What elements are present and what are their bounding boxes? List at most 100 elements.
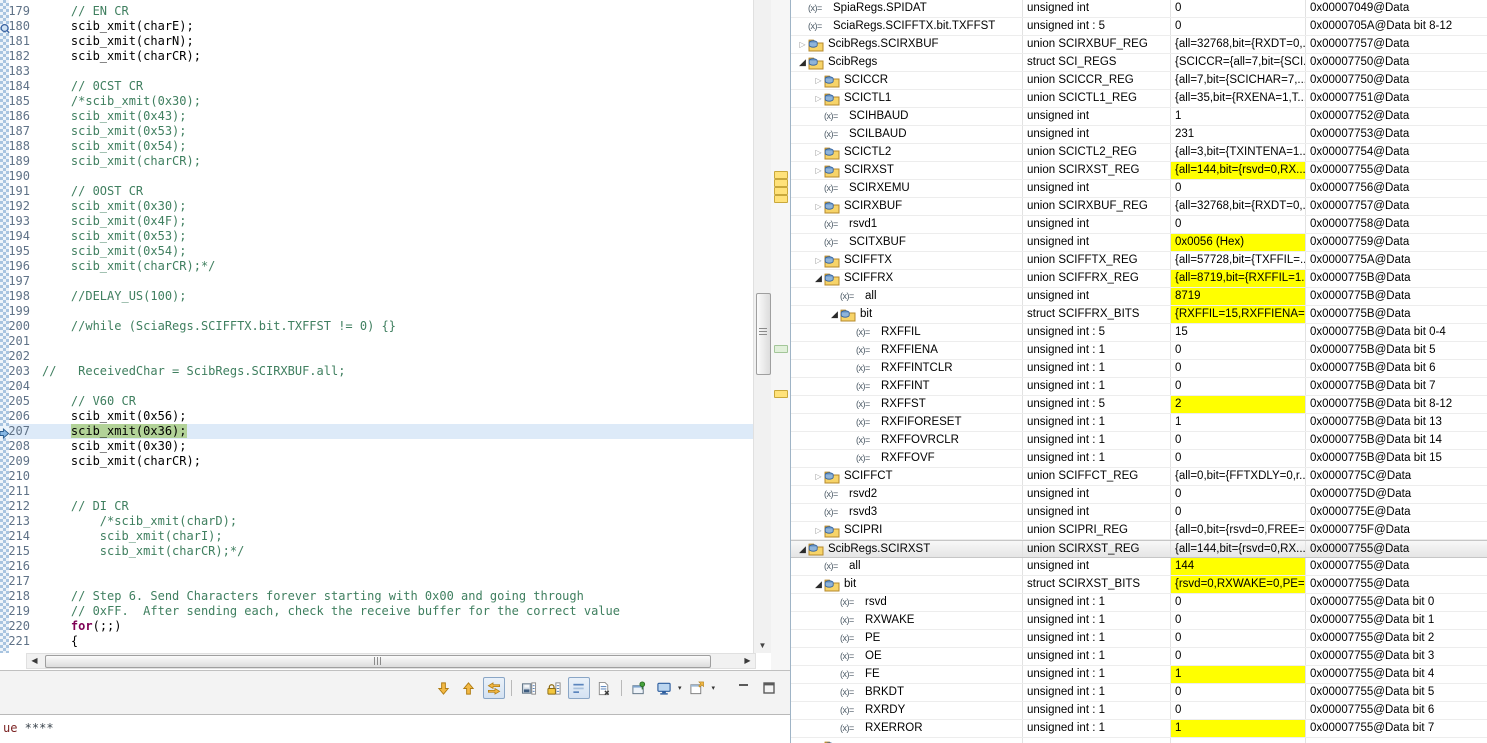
watch-row-RXFFOVRCLR[interactable]: (x)= RXFFOVRCLR unsigned int : 1 0 0x0000775…: [791, 432, 1487, 450]
watch-row-SpiaRegs.SPIDAT[interactable]: (x)= SpiaRegs.SPIDAT unsigned int 0 0x000070…: [791, 0, 1487, 18]
cell-value[interactable]: 0: [1171, 0, 1306, 17]
overview-ruler[interactable]: [771, 0, 790, 670]
code-line-185[interactable]: 185 /*scib_xmit(0x30);: [0, 94, 753, 109]
code-line-205[interactable]: 205 // V60 CR: [0, 394, 753, 409]
tree-expand-arrow-collapsed[interactable]: ▷: [813, 252, 824, 269]
tree-expand-arrow-expanded[interactable]: ◢: [813, 738, 824, 743]
open-console-icon-dropdown[interactable]: ▾: [711, 684, 715, 692]
tree-expand-arrow-collapsed[interactable]: ▷: [813, 90, 824, 107]
watch-row-SCIFFTX[interactable]: ▷ SCIFFTX union SCIFFTX_REG {all=57728,bit=…: [791, 252, 1487, 270]
code-line-221[interactable]: 221 {: [0, 634, 753, 649]
watch-row-SCICTL2[interactable]: ▷ SCICTL2 union SCICTL2_REG {all=3,bit={TXI…: [791, 144, 1487, 162]
watch-row-SCIFFCT[interactable]: ▷ SCIFFCT union SCIFFCT_REG {all=0,bit={FFT…: [791, 468, 1487, 486]
cell-value[interactable]: {rsvd=0,RXWAKE=0,PE=...: [1171, 576, 1306, 593]
cell-value[interactable]: {all=8719,bit={RXFFIL=1...: [1171, 270, 1306, 287]
code-line-206[interactable]: 206 scib_xmit(0x56);: [0, 409, 753, 424]
pc-arrow-icon[interactable]: [0, 426, 10, 439]
code-line-198[interactable]: 198 //DELAY_US(100);: [0, 289, 753, 304]
up-arrow-icon[interactable]: [458, 677, 480, 699]
code-line-217[interactable]: 217: [0, 574, 753, 589]
cell-value[interactable]: 0x0056 (Hex): [1171, 234, 1306, 251]
code-line-187[interactable]: 187 scib_xmit(0x53);: [0, 124, 753, 139]
tree-expand-arrow-expanded[interactable]: ◢: [797, 541, 808, 557]
pin-console-icon[interactable]: [628, 677, 650, 699]
code-line-210[interactable]: 210: [0, 469, 753, 484]
code-line-181[interactable]: 181 scib_xmit(charN);: [0, 34, 753, 49]
console-output-area[interactable]: ue ****: [0, 715, 790, 743]
watch-row-SCIHBAUD[interactable]: (x)= SCIHBAUD unsigned int 1 0x00007752@Data: [791, 108, 1487, 126]
watch-row-rsvd2[interactable]: (x)= rsvd2 unsigned int 0 0x0000775D@Data: [791, 486, 1487, 504]
watch-row-SciaRegs.SCIFFTX.bit.TXFFST[interactable]: (x)= SciaRegs.SCIFFTX.bit.TXFFST unsigned …: [791, 18, 1487, 36]
code-line-188[interactable]: 188 scib_xmit(0x54);: [0, 139, 753, 154]
scroll-lock-icon[interactable]: [543, 677, 565, 699]
open-console-icon[interactable]: [686, 677, 708, 699]
cell-value[interactable]: 0: [1171, 684, 1306, 701]
cell-value[interactable]: 15: [1171, 324, 1306, 341]
tree-expand-arrow-collapsed[interactable]: ▷: [813, 144, 824, 161]
code-line-182[interactable]: 182 scib_xmit(charCR);: [0, 49, 753, 64]
tree-expand-arrow-expanded[interactable]: ◢: [813, 576, 824, 593]
watch-row-OE[interactable]: (x)= OE unsigned int : 1 0 0x00007755@Data b…: [791, 648, 1487, 666]
cell-value[interactable]: {all=32768,bit={RXDT=0,...: [1171, 198, 1306, 215]
cell-value[interactable]: {all=35,bit={RXENA=1,T...: [1171, 90, 1306, 107]
code-line-219[interactable]: 219 // 0xFF. After sending each, check t…: [0, 604, 753, 619]
watch-row-rsvd1[interactable]: (x)= rsvd1 unsigned int 0 0x00007758@Data: [791, 216, 1487, 234]
code-line-186[interactable]: 186 scib_xmit(0x43);: [0, 109, 753, 124]
vertical-scrollbar-thumb[interactable]: [756, 293, 771, 375]
tree-expand-arrow-collapsed[interactable]: ▷: [813, 72, 824, 89]
watch-row-SCICCR[interactable]: ▷ SCICCR union SCICCR_REG {all=7,bit={SCICH…: [791, 72, 1487, 90]
overview-marker-yellow[interactable]: [774, 171, 788, 179]
watch-row-SCIRXEMU[interactable]: (x)= SCIRXEMU unsigned int 0 0x00007756@Data: [791, 180, 1487, 198]
cell-value[interactable]: {all=57728,bit={TXFFIL=...: [1171, 252, 1306, 269]
watch-row-partial[interactable]: ◢: [791, 738, 1487, 743]
horizontal-scrollbar-thumb[interactable]: [45, 655, 711, 668]
vertical-scrollbar[interactable]: ▼: [753, 0, 772, 653]
cell-value[interactable]: 8719: [1171, 288, 1306, 305]
scroll-right-arrow-icon[interactable]: ▶: [740, 654, 755, 668]
watch-row-RXFFIL[interactable]: (x)= RXFFIL unsigned int : 5 15 0x0000775B@D…: [791, 324, 1487, 342]
code-line-180[interactable]: 180 scib_xmit(charE);: [0, 19, 753, 34]
watch-row-all[interactable]: (x)= all unsigned int 8719 0x0000775B@Data: [791, 288, 1487, 306]
tree-expand-arrow-collapsed[interactable]: ▷: [813, 468, 824, 485]
tree-expand-arrow-collapsed[interactable]: ▷: [813, 522, 824, 539]
horizontal-scrollbar[interactable]: ◀ ▶: [26, 653, 756, 669]
watch-row-SCITXBUF[interactable]: (x)= SCITXBUF unsigned int 0x0056 (Hex) 0x00…: [791, 234, 1487, 252]
watch-row-FE[interactable]: (x)= FE unsigned int : 1 1 0x00007755@Data b…: [791, 666, 1487, 684]
watch-row-RXWAKE[interactable]: (x)= RXWAKE unsigned int : 1 0 0x00007755@Da…: [791, 612, 1487, 630]
bookmark-icon[interactable]: [0, 21, 10, 39]
cell-value[interactable]: 0: [1171, 216, 1306, 233]
maximize-icon[interactable]: [758, 677, 780, 699]
cell-value[interactable]: {RXFFIL=15,RXFFIENA=0,...: [1171, 306, 1306, 323]
tree-expand-arrow-collapsed[interactable]: ▷: [813, 198, 824, 215]
cell-value[interactable]: 0: [1171, 450, 1306, 467]
code-line-195[interactable]: 195 scib_xmit(0x54);: [0, 244, 753, 259]
overview-marker-green[interactable]: [774, 345, 788, 353]
cell-value[interactable]: 144: [1171, 558, 1306, 575]
cell-value[interactable]: 0: [1171, 594, 1306, 611]
cell-value[interactable]: 0: [1171, 486, 1306, 503]
watch-row-RXFFIENA[interactable]: (x)= RXFFIENA unsigned int : 1 0 0x0000775B@…: [791, 342, 1487, 360]
tree-expand-arrow-expanded[interactable]: ◢: [813, 270, 824, 287]
code-line-200[interactable]: 200 //while (SciaRegs.SCIFFTX.bit.TXFFST…: [0, 319, 753, 334]
cell-value[interactable]: 0: [1171, 378, 1306, 395]
overview-marker-yellow[interactable]: [774, 195, 788, 203]
code-line-189[interactable]: 189 scib_xmit(charCR);: [0, 154, 753, 169]
cell-value[interactable]: {all=0,bit={rsvd=0,FREE=...: [1171, 522, 1306, 539]
cell-value[interactable]: {all=32768,bit={RXDT=0,...: [1171, 36, 1306, 53]
cell-value[interactable]: [1171, 738, 1306, 743]
cell-value[interactable]: 231: [1171, 126, 1306, 143]
code-line-197[interactable]: 197: [0, 274, 753, 289]
cell-value[interactable]: 1: [1171, 414, 1306, 431]
watch-row-RXERROR[interactable]: (x)= RXERROR unsigned int : 1 1 0x00007755@D…: [791, 720, 1487, 738]
code-line-193[interactable]: 193 scib_xmit(0x4F);: [0, 214, 753, 229]
cell-value[interactable]: 1: [1171, 666, 1306, 683]
code-line-218[interactable]: 218 // Step 6. Send Characters forever s…: [0, 589, 753, 604]
watch-row-bit[interactable]: ◢ bit struct SCIFFRX_BITS {RXFFIL=15,RXFFIE…: [791, 306, 1487, 324]
watch-row-rsvd[interactable]: (x)= rsvd unsigned int : 1 0 0x00007755@Data…: [791, 594, 1487, 612]
tree-expand-arrow-expanded[interactable]: ◢: [797, 54, 808, 71]
code-line-204[interactable]: 204: [0, 379, 753, 394]
code-line-179[interactable]: 179 // EN CR: [0, 4, 753, 19]
code-line-192[interactable]: 192 scib_xmit(0x30);: [0, 199, 753, 214]
swap-arrows-icon[interactable]: [482, 677, 505, 699]
watch-row-RXFFST[interactable]: (x)= RXFFST unsigned int : 5 2 0x0000775B@Da…: [791, 396, 1487, 414]
